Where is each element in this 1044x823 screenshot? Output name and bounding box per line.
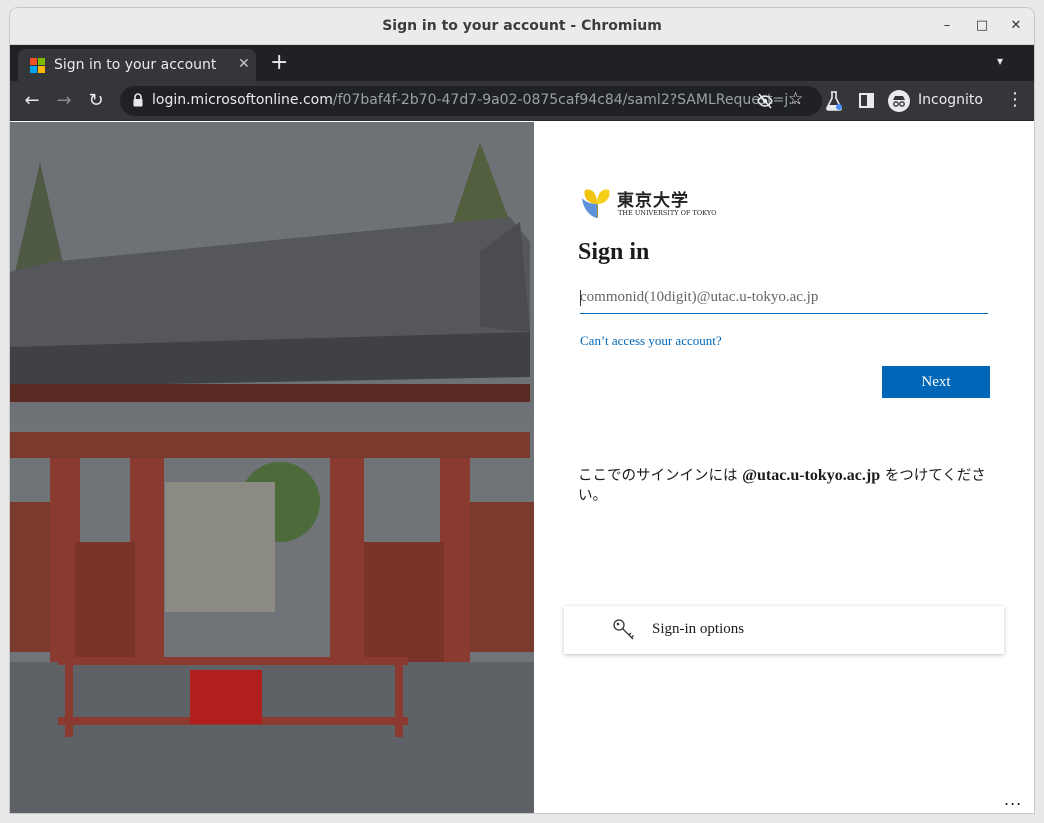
window-title: Sign in to your account - Chromium	[382, 18, 662, 34]
incognito-icon	[888, 90, 910, 112]
email-field[interactable]	[580, 282, 988, 314]
logo-english-text: THE UNIVERSITY OF TOKYO	[618, 209, 717, 217]
url-host: login.microsoftonline.com	[152, 92, 333, 108]
title-bar: Sign in to your account - Chromium – □ ✕	[10, 8, 1034, 45]
tab-strip: Sign in to your account ✕ + ▾	[10, 45, 1034, 81]
key-icon	[613, 619, 634, 640]
incognito-button[interactable]: Incognito	[886, 87, 990, 115]
notice-prefix: ここでのサインインには	[578, 468, 743, 484]
tab-close-icon[interactable]: ✕	[238, 56, 250, 72]
page-title: Sign in	[578, 239, 650, 265]
cant-access-account-link[interactable]: Can’t access your account?	[580, 333, 722, 349]
bookmark-star-icon[interactable]: ☆	[788, 89, 803, 109]
address-bar[interactable]: login.microsoftonline.com/f07baf4f-2b70-…	[120, 86, 822, 116]
browser-window: Sign in to your account - Chromium – □ ✕…	[10, 8, 1034, 813]
gate-illustration	[10, 122, 534, 813]
sign-in-options-button[interactable]: Sign-in options	[564, 606, 1004, 654]
page-content: 東京大学 THE UNIVERSITY OF TOKYO Sign in Can…	[10, 122, 1034, 813]
lock-icon[interactable]	[132, 92, 144, 108]
tab-title: Sign in to your account	[54, 57, 217, 73]
next-button[interactable]: Next	[882, 366, 990, 398]
more-options-button[interactable]: ...	[1004, 790, 1022, 809]
browser-toolbar: ← → ↻ login.microsoftonline.com/f07baf4f…	[10, 81, 1034, 121]
forward-button[interactable]: →	[52, 89, 76, 113]
minimize-button[interactable]: –	[937, 16, 957, 36]
microsoft-logo-icon	[30, 58, 46, 74]
notice-domain: @utac.u-tokyo.ac.jp	[742, 467, 881, 484]
utokyo-logo: 東京大学 THE UNIVERSITY OF TOKYO	[581, 186, 716, 220]
incognito-label: Incognito	[918, 92, 983, 108]
tab-sign-in[interactable]: Sign in to your account ✕	[18, 49, 256, 81]
url-path: /f07baf4f-2b70-47d7-9a02-0875caf94c84/sa…	[332, 92, 802, 108]
maximize-button[interactable]: □	[972, 16, 992, 36]
labs-flask-icon[interactable]	[825, 91, 843, 111]
background-image-akamon-gate	[10, 122, 534, 813]
ginkgo-leaf-icon	[582, 189, 610, 218]
tab-search-chevron-icon[interactable]: ▾	[997, 54, 1003, 68]
domain-notice: ここでのサインインには @utac.u-tokyo.ac.jp をつけてください…	[578, 466, 998, 506]
close-window-button[interactable]: ✕	[1006, 16, 1026, 36]
sign-in-options-label: Sign-in options	[652, 621, 745, 637]
browser-menu-icon[interactable]: ⋮	[1006, 89, 1024, 110]
reload-button[interactable]: ↻	[84, 89, 108, 113]
sign-in-panel: 東京大学 THE UNIVERSITY OF TOKYO Sign in Can…	[534, 122, 1034, 813]
logo-japanese-text: 東京大学	[617, 191, 689, 211]
side-panel-icon[interactable]	[859, 93, 874, 108]
back-button[interactable]: ←	[20, 89, 44, 113]
new-tab-button[interactable]: +	[270, 52, 288, 74]
eye-off-icon[interactable]	[756, 92, 774, 110]
text-cursor	[580, 290, 581, 306]
url-text[interactable]: login.microsoftonline.com/f07baf4f-2b70-…	[152, 92, 802, 108]
